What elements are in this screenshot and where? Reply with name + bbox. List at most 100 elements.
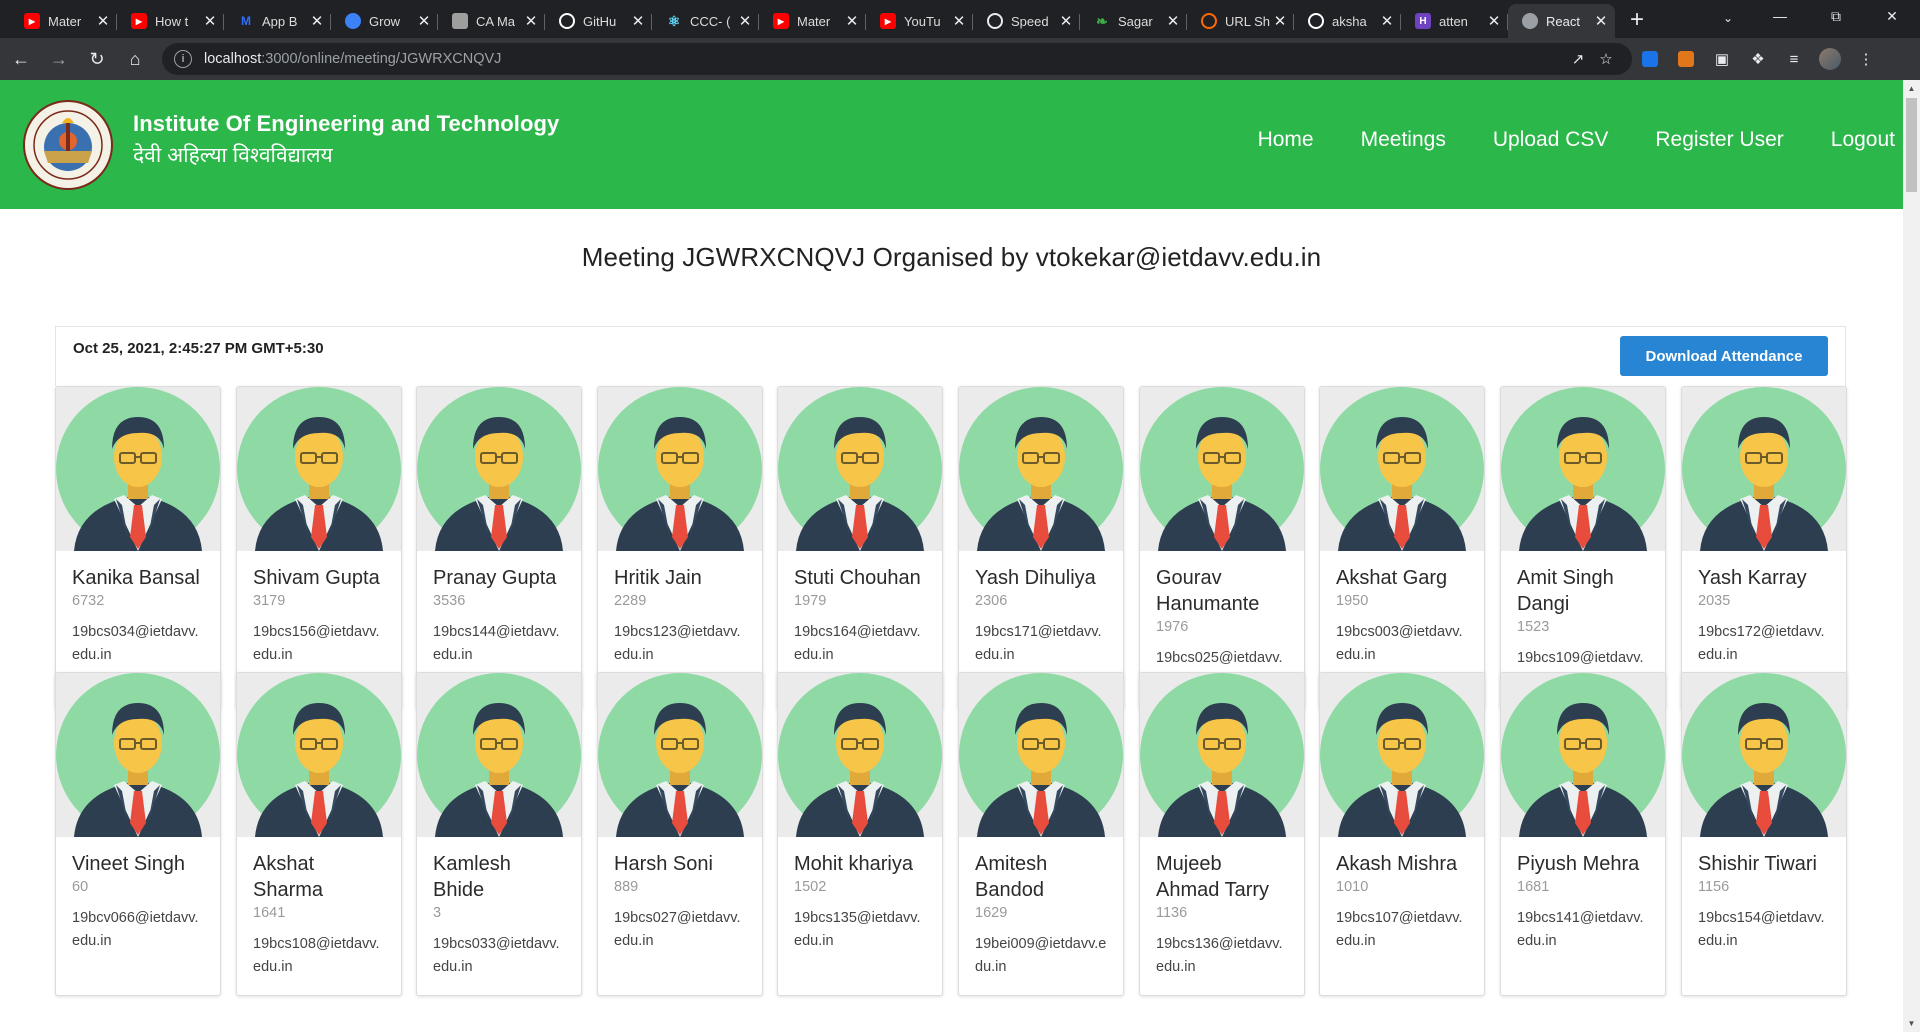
attendee-photo <box>1320 387 1484 551</box>
nav-logout[interactable]: Logout <box>1831 128 1895 152</box>
page-scrollbar[interactable]: ▲ ▼ <box>1903 80 1920 1032</box>
attendee-card[interactable]: Vineet Singh 60 19bcv066@ietdavv.edu.in <box>55 672 221 996</box>
tab-close-icon[interactable]: ✕ <box>1379 12 1395 30</box>
browser-tab[interactable]: ▶ Mater ✕ <box>759 6 866 36</box>
attendee-card[interactable]: Piyush Mehra 1681 19bcs141@ietdavv.edu.i… <box>1500 672 1666 996</box>
tab-close-icon[interactable]: ✕ <box>523 12 539 30</box>
attendee-name: Akshat Sharma <box>253 853 324 901</box>
tab-close-icon[interactable]: ✕ <box>951 12 967 30</box>
attendee-card[interactable]: Yash Karray 2035 19bcs172@ietdavv.edu.in <box>1681 386 1847 710</box>
attendee-email: 19bcs033@ietdavv.edu.in <box>433 936 560 975</box>
address-bar[interactable]: i localhost:3000/online/meeting/JGWRXCNQ… <box>162 43 1632 75</box>
attendee-card[interactable]: Amit Singh Dangi 1523 19bcs109@ietdavv.e… <box>1500 386 1666 710</box>
github-icon <box>559 13 575 29</box>
browser-tab[interactable]: Hatten ✕ <box>1401 6 1508 36</box>
tab-close-icon[interactable]: ✕ <box>1593 12 1609 30</box>
scrollbar-thumb[interactable] <box>1906 98 1917 192</box>
site-header: Institute Of Engineering and Technology … <box>0 80 1903 209</box>
attendee-card[interactable]: Stuti Chouhan 1979 19bcs164@ietdavv.edu.… <box>777 386 943 710</box>
nav-meetings[interactable]: Meetings <box>1361 128 1446 152</box>
browser-tab[interactable]: ▶ YouTu ✕ <box>866 6 973 36</box>
attendee-name: Stuti Chouhan <box>794 567 921 589</box>
person-avatar-icon <box>1140 673 1304 837</box>
attendee-card[interactable]: Kanika Bansal 6732 19bcs034@ietdavv.edu.… <box>55 386 221 710</box>
reading-list-icon[interactable]: ≡ <box>1776 41 1812 77</box>
browser-tab[interactable]: ▶ How t ✕ <box>117 6 224 36</box>
tab-close-icon[interactable]: ✕ <box>1486 12 1502 30</box>
attendee-card[interactable]: Shishir Tiwari 1156 19bcs154@ietdavv.edu… <box>1681 672 1847 996</box>
back-arrow-icon[interactable]: ← <box>4 42 38 76</box>
scroll-up-arrow-icon[interactable]: ▲ <box>1903 80 1920 97</box>
attendee-card[interactable]: Gourav Hanumante 1976 19bcs025@ietdavv.e… <box>1139 386 1305 710</box>
attendee-name: Mujeeb Ahmad Tarry <box>1156 853 1270 901</box>
browser-tab[interactable]: GitHu ✕ <box>545 6 652 36</box>
globe-icon <box>345 13 361 29</box>
tab-close-icon[interactable]: ✕ <box>95 12 111 30</box>
extension-metamask-icon[interactable] <box>1668 41 1704 77</box>
attendee-card[interactable]: Akash Mishra 1010 19bcs107@ietdavv.edu.i… <box>1319 672 1485 996</box>
nav-register-user[interactable]: Register User <box>1655 128 1783 152</box>
nav-home[interactable]: Home <box>1258 128 1314 152</box>
chrome-menu-icon[interactable]: ⋮ <box>1848 41 1884 77</box>
attendee-card[interactable]: Mujeeb Ahmad Tarry 1136 19bcs136@ietdavv… <box>1139 672 1305 996</box>
url-path: :3000/online/meeting/JGWRXCNQVJ <box>261 51 502 67</box>
attendee-details: Yash Dihuliya 2306 19bcs171@ietdavv.edu.… <box>959 551 1123 667</box>
site-info-icon[interactable]: i <box>174 50 192 68</box>
browser-tab-strip: ▶ Mater ✕ ▶ How t ✕ M App B ✕ Grow ✕ CA Ma ✕ GitHu ✕ ⚛ C… <box>0 0 1920 38</box>
browser-tab[interactable]: CA Ma ✕ <box>438 6 545 36</box>
attendee-photo <box>959 673 1123 837</box>
browser-tab[interactable]: ▶ Mater ✕ <box>10 6 117 36</box>
tab-close-icon[interactable]: ✕ <box>1165 12 1181 30</box>
browser-tab[interactable]: Speed ✕ <box>973 6 1080 36</box>
scroll-down-arrow-icon[interactable]: ▼ <box>1903 1015 1920 1032</box>
attendee-card[interactable]: Pranay Gupta 3536 19bcs144@ietdavv.edu.i… <box>416 386 582 710</box>
tab-close-icon[interactable]: ✕ <box>630 12 646 30</box>
browser-tab[interactable]: React ✕ <box>1508 4 1615 38</box>
profile-avatar[interactable] <box>1812 41 1848 77</box>
attendee-duration: 1629 <box>975 905 1008 921</box>
browser-tab[interactable]: aksha ✕ <box>1294 6 1401 36</box>
browser-tab[interactable]: ❧ Sagar ✕ <box>1080 6 1187 36</box>
reload-icon[interactable]: ↻ <box>80 42 114 76</box>
tab-close-icon[interactable]: ✕ <box>309 12 325 30</box>
attendee-card[interactable]: Kamlesh Bhide 3 19bcs033@ietdavv.edu.in <box>416 672 582 996</box>
close-window-icon[interactable]: ✕ <box>1864 0 1920 32</box>
attendee-card[interactable]: Mohit khariya 1502 19bcs135@ietdavv.edu.… <box>777 672 943 996</box>
minimize-icon[interactable]: — <box>1752 0 1808 32</box>
restore-icon[interactable]: ⧉ <box>1808 0 1864 32</box>
extension-translate-icon[interactable] <box>1632 41 1668 77</box>
download-attendance-button[interactable]: Download Attendance <box>1620 336 1828 376</box>
attendee-card[interactable]: Amitesh Bandod 1629 19bei009@ietdavv.edu… <box>958 672 1124 996</box>
tab-close-icon[interactable]: ✕ <box>1058 12 1074 30</box>
forward-arrow-icon[interactable]: → <box>42 42 76 76</box>
attendee-card[interactable]: Yash Dihuliya 2306 19bcs171@ietdavv.edu.… <box>958 386 1124 710</box>
browser-tab[interactable]: M App B ✕ <box>224 6 331 36</box>
tab-close-icon[interactable]: ✕ <box>844 12 860 30</box>
attendee-card[interactable]: Akshat Sharma 1641 19bcs108@ietdavv.edu.… <box>236 672 402 996</box>
person-avatar-icon <box>959 673 1123 837</box>
attendee-card[interactable]: Harsh Soni 889 19bcs027@ietdavv.edu.in <box>597 672 763 996</box>
attendee-card[interactable]: Shivam Gupta 3179 19bcs156@ietdavv.edu.i… <box>236 386 402 710</box>
attendee-photo <box>959 387 1123 551</box>
tab-close-icon[interactable]: ✕ <box>737 12 753 30</box>
tab-search-chevron-icon[interactable]: ⌄ <box>1714 4 1742 32</box>
attendee-card[interactable]: Hritik Jain 2289 19bcs123@ietdavv.edu.in <box>597 386 763 710</box>
youtube-icon: ▶ <box>131 13 147 29</box>
extension-window-icon[interactable]: ▣ <box>1704 41 1740 77</box>
tab-close-icon[interactable]: ✕ <box>416 12 432 30</box>
new-tab-plus-icon[interactable]: + <box>1621 4 1653 36</box>
extensions-puzzle-icon[interactable]: ❖ <box>1740 41 1776 77</box>
attendee-email: 19bcs164@ietdavv.edu.in <box>794 624 921 663</box>
browser-tab[interactable]: URL Sh ✕ <box>1187 6 1294 36</box>
attendee-duration: 1681 <box>1517 879 1550 895</box>
nav-upload-csv[interactable]: Upload CSV <box>1493 128 1609 152</box>
attendee-duration: 889 <box>614 879 639 895</box>
bookmark-star-icon[interactable]: ☆ <box>1592 50 1620 68</box>
home-icon[interactable]: ⌂ <box>118 42 152 76</box>
tab-close-icon[interactable]: ✕ <box>1272 12 1288 30</box>
attendee-card[interactable]: Akshat Garg 1950 19bcs003@ietdavv.edu.in <box>1319 386 1485 710</box>
share-icon[interactable]: ↗ <box>1564 50 1592 68</box>
browser-tab[interactable]: ⚛ CCC- (✕ <box>652 6 759 36</box>
tab-close-icon[interactable]: ✕ <box>202 12 218 30</box>
browser-tab[interactable]: Grow ✕ <box>331 6 438 36</box>
